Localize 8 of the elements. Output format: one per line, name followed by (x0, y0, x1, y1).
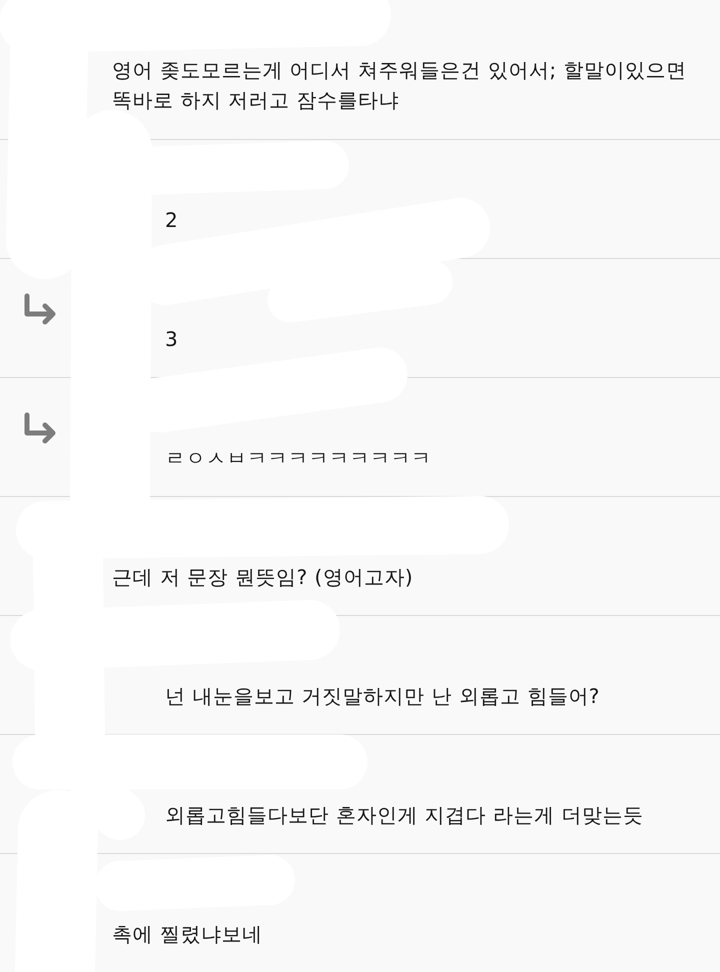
comment-text: 3 (165, 326, 178, 353)
comment-text: 근데 저 문장 뭔뜻임? (영어고자) (112, 564, 414, 591)
comment-text: 영어 좆도모르는게 어디서 쳐주워들은건 있어서; 할말이있으면 똑바로 하지 저러고 잠수를타냐 (112, 57, 688, 114)
comment-text: 촉에 찔렸냐보네 (112, 921, 262, 948)
comment-text: 외롭고힘들다보단 혼자인게 지겹다 라는게 더맞는듯 (165, 802, 644, 829)
comment-text: ㄹㅇㅅㅂㅋㅋㅋㅋㅋㅋㅋㅋㅋ (165, 445, 432, 472)
comment-text: 넌 내눈을보고 거짓말하지만 난 외롭고 힘들어? (165, 683, 600, 710)
comment-text: 2 (165, 207, 178, 234)
